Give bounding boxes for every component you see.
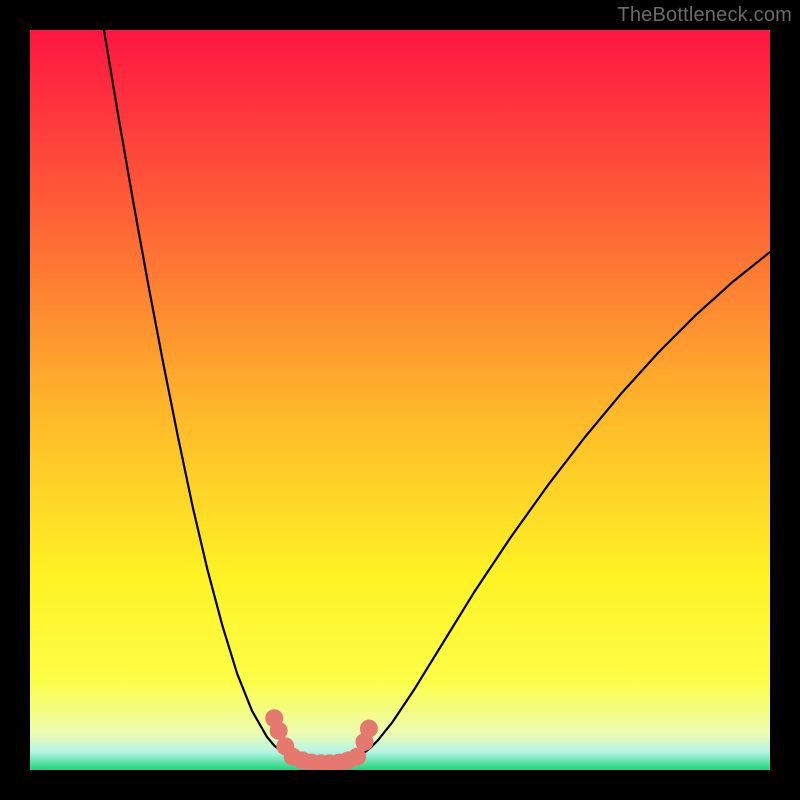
marker-right-markers-1 [360,720,378,738]
chart-background [30,30,770,770]
outer-frame: { "watermark": "TheBottleneck.com", "col… [0,0,800,800]
marker-left-markers-1 [270,722,288,740]
marker-valley-markers-7 [348,748,366,766]
bottleneck-chart [30,30,770,770]
watermark-text: TheBottleneck.com [617,4,792,27]
